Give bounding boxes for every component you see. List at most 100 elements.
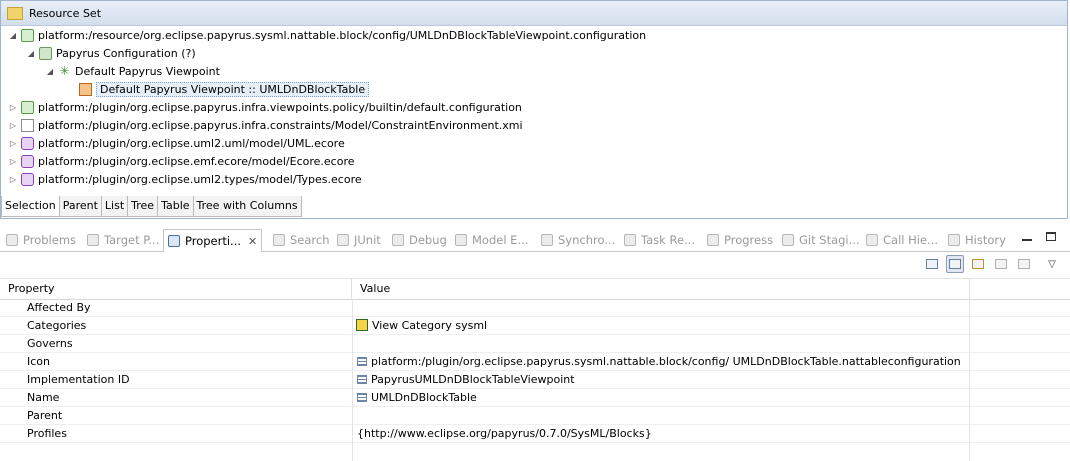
filter-button[interactable]: [992, 255, 1010, 273]
tree-item-label: Default Papyrus Viewpoint: [75, 64, 220, 78]
expand-arrow-icon[interactable]: ▷: [8, 156, 18, 166]
tree-item-label: platform:/plugin/org.eclipse.uml2.types/…: [38, 172, 362, 186]
tab-label: History: [965, 233, 1006, 247]
property-row-affected-by[interactable]: Affected By: [0, 299, 1070, 317]
tree-item-label: platform:/plugin/org.eclipse.papyrus.inf…: [38, 118, 523, 132]
ecore-package-icon: [21, 136, 34, 150]
property-value: {http://www.eclipse.org/papyrus/0.7.0/Sy…: [357, 427, 652, 440]
tree-item-ecore-ecore[interactable]: ▷ platform:/plugin/org.eclipse.emf.ecore…: [8, 152, 355, 170]
editor-page-tabs: Selection Parent List Tree Table Tree wi…: [1, 196, 302, 217]
resource-config-icon: [21, 100, 34, 114]
papyrus-configuration-icon: [39, 46, 52, 60]
new-element-button[interactable]: [923, 255, 941, 273]
tree-item-uml-ecore[interactable]: ▷ platform:/plugin/org.eclipse.uml2.uml/…: [8, 134, 345, 152]
history-icon: [948, 234, 960, 246]
column-header-property[interactable]: Property: [0, 279, 352, 299]
tab-progress[interactable]: Progress: [707, 231, 773, 249]
property-row-icon[interactable]: Icon platform:/plugin/org.eclipse.papyru…: [0, 353, 1070, 371]
tree-item-papyrus-configuration[interactable]: ◢ Papyrus Configuration (?): [26, 44, 196, 62]
maximize-icon[interactable]: [1046, 232, 1056, 241]
junit-icon: [337, 234, 349, 246]
tab-table[interactable]: Table: [157, 196, 194, 217]
git-staging-icon: [782, 234, 794, 246]
show-advanced-button[interactable]: [969, 255, 987, 273]
problems-icon: [6, 234, 18, 246]
tab-debug[interactable]: Debug: [392, 231, 447, 249]
property-row-name[interactable]: Name UMLDnDBlockTable: [0, 389, 1070, 407]
close-icon[interactable]: ✕: [248, 235, 257, 248]
tree-item-default-viewpoint[interactable]: ◢ ✳ Default Papyrus Viewpoint: [45, 62, 220, 80]
tab-label: Properti...: [185, 234, 242, 248]
tab-label: Model E...: [472, 233, 529, 247]
document-icon: [21, 118, 34, 132]
progress-icon: [707, 234, 719, 246]
expand-arrow-icon[interactable]: ▷: [8, 102, 18, 112]
property-row-categories[interactable]: Categories View Category sysml: [0, 317, 1070, 335]
properties-icon: [168, 235, 180, 247]
property-name: Governs: [27, 337, 73, 350]
tree-item-constraint-environment[interactable]: ▷ platform:/plugin/org.eclipse.papyrus.i…: [8, 116, 523, 134]
tab-list[interactable]: List: [100, 196, 129, 217]
collapse-arrow-icon[interactable]: ◢: [26, 48, 36, 58]
tab-synchronize[interactable]: Synchro...: [541, 231, 615, 249]
tab-selection[interactable]: Selection: [1, 196, 60, 217]
tree-item-label: platform:/plugin/org.eclipse.uml2.uml/mo…: [38, 136, 345, 150]
tab-properties[interactable]: Properti... ✕: [163, 229, 263, 252]
tab-problems[interactable]: Problems: [6, 231, 76, 249]
property-name: Parent: [27, 409, 63, 422]
tab-git-staging[interactable]: Git Stagi...: [782, 231, 860, 249]
tree-item-label-selected: Default Papyrus Viewpoint :: UMLDnDBlock…: [96, 81, 370, 97]
tree-item-default-configuration[interactable]: ▷ platform:/plugin/org.eclipse.papyrus.i…: [8, 98, 522, 116]
categories-icon: [949, 259, 961, 269]
tab-target-platform[interactable]: Target P...: [87, 231, 159, 249]
property-name: Name: [27, 391, 60, 404]
tab-parent[interactable]: Parent: [58, 196, 102, 217]
tab-label: Git Stagi...: [799, 233, 860, 247]
minimize-icon[interactable]: [1022, 232, 1032, 241]
tab-search[interactable]: Search: [273, 231, 330, 249]
restore-default-icon: [1018, 259, 1030, 269]
restore-default-button[interactable]: [1015, 255, 1033, 273]
tab-junit[interactable]: JUnit: [337, 231, 381, 249]
properties-table-header: Property Value: [0, 278, 1070, 300]
model-explorer-icon: [455, 234, 467, 246]
tree-item-umldndblocktable[interactable]: Default Papyrus Viewpoint :: UMLDnDBlock…: [73, 80, 370, 98]
resource-config-icon: [21, 28, 34, 42]
tree-item-types-ecore[interactable]: ▷ platform:/plugin/org.eclipse.uml2.type…: [8, 170, 362, 188]
property-row-governs[interactable]: Governs: [0, 335, 1070, 353]
tab-call-hierarchy[interactable]: Call Hie...: [866, 231, 938, 249]
chevron-down-icon: ▽: [1048, 258, 1056, 270]
tree-item-label: platform:/plugin/org.eclipse.papyrus.inf…: [38, 100, 522, 114]
property-name: Implementation ID: [27, 373, 130, 386]
expand-arrow-icon[interactable]: ▷: [8, 120, 18, 130]
viewpoint-icon: ✳: [59, 63, 70, 78]
property-row-profiles[interactable]: Profiles {http://www.eclipse.org/papyrus…: [0, 425, 1070, 443]
property-name: Affected By: [27, 301, 91, 314]
property-row-implementation-id[interactable]: Implementation ID PapyrusUMLDnDBlockTabl…: [0, 371, 1070, 389]
tab-task-repositories[interactable]: Task Re...: [624, 231, 695, 249]
column-header-value[interactable]: Value: [352, 279, 970, 299]
property-name: Icon: [27, 355, 50, 368]
property-value-cell: View Category sysml: [356, 317, 487, 334]
tree-item-resource-configuration[interactable]: ◢ platform:/resource/org.eclipse.papyrus…: [8, 26, 646, 44]
view-menu-button[interactable]: ▽: [1043, 255, 1061, 273]
collapse-arrow-icon[interactable]: ◢: [45, 66, 55, 76]
property-row-parent[interactable]: Parent: [0, 407, 1070, 425]
tree-item-label: platform:/resource/org.eclipse.papyrus.s…: [38, 28, 647, 42]
debug-icon: [392, 234, 404, 246]
tab-tree[interactable]: Tree: [127, 196, 159, 217]
tab-tree-with-columns[interactable]: Tree with Columns: [192, 196, 302, 217]
advanced-properties-icon: [972, 259, 984, 269]
property-value: UMLDnDBlockTable: [371, 391, 477, 404]
tab-history[interactable]: History: [948, 231, 1006, 249]
tab-label: Call Hie...: [883, 233, 939, 247]
new-element-icon: [926, 259, 938, 269]
expand-arrow-icon[interactable]: ▷: [8, 174, 18, 184]
expand-arrow-icon[interactable]: ▷: [8, 138, 18, 148]
show-categories-button[interactable]: [946, 255, 964, 273]
text-value-icon: [357, 357, 367, 366]
ecore-package-icon: [21, 172, 34, 186]
tab-model-explorer[interactable]: Model E...: [455, 231, 528, 249]
collapse-arrow-icon[interactable]: ◢: [8, 30, 18, 40]
property-name: Profiles: [27, 427, 67, 440]
